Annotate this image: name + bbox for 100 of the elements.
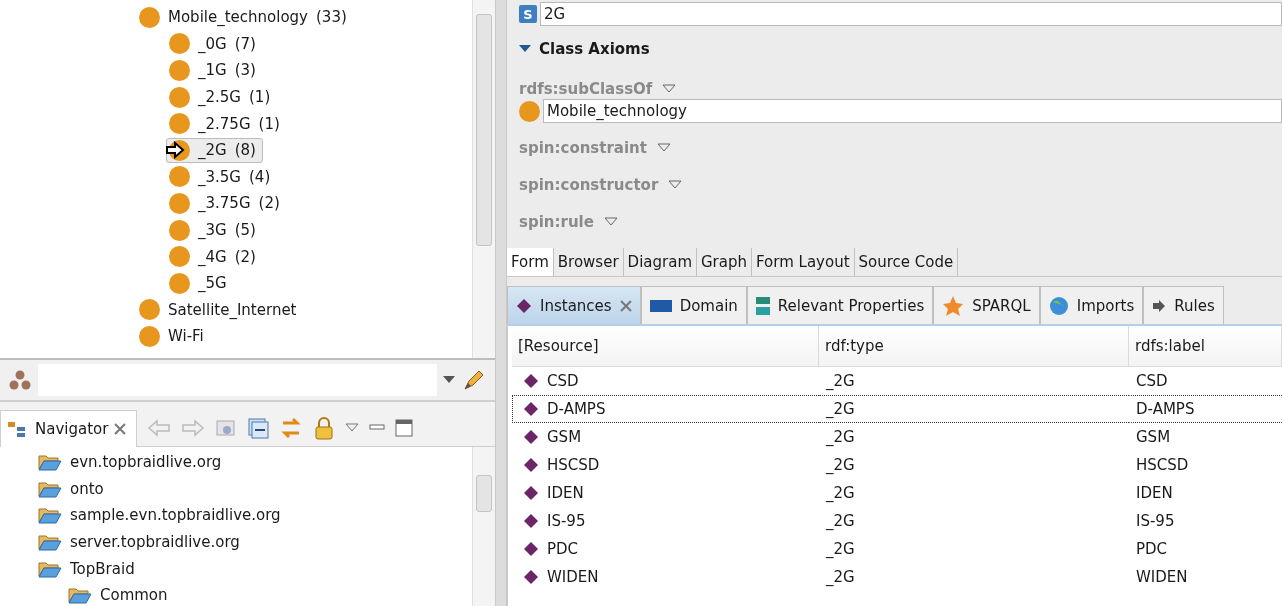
folder-item[interactable]: TopBraid	[0, 555, 472, 582]
editor-tab[interactable]: Form	[507, 248, 554, 276]
folder-item[interactable]: server.topbraidlive.org	[0, 528, 472, 556]
folder-icon	[38, 506, 62, 525]
scrollbar[interactable]	[472, 447, 495, 606]
table-cell: WIDEN	[512, 563, 819, 591]
instance-count: (8)	[234, 141, 256, 160]
close-icon[interactable]	[619, 299, 632, 312]
table-cell: D-AMPS	[1129, 395, 1282, 423]
class-name: _1G	[198, 61, 227, 80]
folder-item[interactable]: onto	[0, 475, 472, 503]
view-tab[interactable]: Relevant Properties	[746, 286, 934, 324]
diamond-icon	[523, 569, 539, 585]
class-name: _2.5G	[198, 88, 241, 107]
table-cell: HSCSD	[512, 451, 819, 479]
diamond-icon	[523, 401, 539, 417]
instance-count: (3)	[234, 61, 256, 80]
folder-icon	[38, 533, 62, 552]
class-name: _2G	[198, 141, 227, 160]
minimize-icon[interactable]	[369, 424, 386, 432]
diamond-icon	[523, 513, 539, 529]
instance-count: (4)	[249, 167, 271, 186]
folder-item[interactable]: Common	[0, 581, 472, 606]
folder-item[interactable]: sample.evn.topbraidlive.org	[0, 502, 472, 529]
class-icon	[169, 219, 190, 241]
class-icon	[169, 272, 190, 294]
class-icon	[139, 325, 160, 347]
tab-label: Navigator	[35, 419, 109, 438]
collapse-icon[interactable]	[247, 417, 270, 439]
view-tab[interactable]: SPARQL	[933, 286, 1040, 324]
property-name: rdfs:subClassOf	[519, 79, 653, 98]
maximize-icon[interactable]	[395, 419, 414, 437]
lock-icon[interactable]	[313, 416, 336, 440]
table-cell: IDEN	[512, 479, 819, 507]
tree-item[interactable]: _3.5G (4)	[166, 164, 278, 190]
instance-count: (2)	[234, 247, 256, 266]
arrow-icon	[165, 140, 185, 159]
diamond-icon	[523, 541, 539, 557]
view-menu-icon[interactable]	[345, 423, 360, 433]
table-cell: IS-95	[512, 507, 819, 535]
column-header[interactable]: [Resource]	[512, 326, 819, 367]
dropdown-icon[interactable]	[668, 180, 683, 189]
class-name: _3.75G	[198, 194, 251, 213]
instance-count: (1)	[249, 88, 271, 107]
class-icon	[139, 299, 160, 321]
arrow-icon	[1152, 299, 1167, 312]
tree-item[interactable]: _2.5G (1)	[166, 84, 278, 110]
view-tab[interactable]: Instances	[507, 286, 641, 324]
view-tab[interactable]: Rules	[1143, 286, 1224, 324]
type-badge: S	[519, 5, 537, 23]
tree-item[interactable]: _2G (8)	[166, 137, 263, 163]
class-icon	[169, 192, 190, 214]
table-cell: D-AMPS	[512, 395, 819, 423]
expand-icon[interactable]	[519, 45, 531, 53]
property-name: spin:constructor	[519, 175, 659, 194]
up-folder-icon[interactable]	[215, 418, 238, 438]
globe-icon	[1048, 295, 1069, 316]
dropdown-icon[interactable]	[662, 84, 677, 93]
class-icon	[169, 60, 190, 81]
instance-count: (1)	[258, 114, 280, 133]
tree-item[interactable]: _3G (5)	[166, 217, 263, 243]
table-cell-text: PDC	[1135, 539, 1169, 560]
dropdown-icon[interactable]	[656, 143, 671, 152]
table-cell-text: CSD	[1135, 371, 1169, 392]
star-icon	[942, 294, 965, 317]
diamond-icon	[523, 373, 539, 389]
value-field[interactable]: Mobile_technology	[543, 99, 1282, 123]
bars-icon	[755, 296, 770, 315]
tree-item[interactable]: _2.75G (1)	[166, 111, 287, 137]
label-field[interactable]: 2G	[540, 2, 1282, 26]
tree-item[interactable]: _0G (7)	[166, 31, 263, 57]
dropdown-icon[interactable]	[443, 376, 455, 384]
diamond-icon	[516, 297, 532, 314]
close-icon[interactable]	[114, 422, 127, 435]
table-cell-text: _2G	[825, 511, 856, 532]
column-header[interactable]: rdf:type	[819, 326, 1129, 367]
column-header[interactable]: rdfs:label	[1129, 326, 1282, 367]
tree-item[interactable]: Mobile_technology (33)	[136, 4, 354, 30]
tree-item[interactable]: _5G	[166, 270, 234, 296]
folder-icon	[38, 559, 62, 578]
tree-item[interactable]: _1G (3)	[166, 58, 263, 83]
property-name: spin:constraint	[519, 138, 647, 157]
navigator-tab[interactable]: Navigator	[0, 409, 138, 447]
dropdown-icon[interactable]	[603, 217, 618, 226]
link-icon[interactable]	[279, 416, 304, 440]
instance-count: (7)	[234, 34, 256, 53]
class-icon	[169, 246, 190, 268]
tree-item[interactable]: _3.75G (2)	[166, 190, 287, 216]
tree-item[interactable]: Wi-Fi	[136, 323, 211, 349]
tree-item[interactable]: _4G (2)	[166, 244, 263, 270]
tree-item[interactable]: Satellite_Internet	[136, 297, 304, 323]
class-icon	[139, 6, 160, 28]
view-tab[interactable]: Imports	[1039, 286, 1144, 324]
scrollbar[interactable]	[472, 0, 495, 358]
folder-item[interactable]: evn.topbraidlive.org	[0, 449, 472, 476]
table-cell: PDC	[512, 535, 819, 563]
table-cell-text: _2G	[825, 455, 856, 476]
view-tab[interactable]: Domain	[640, 286, 747, 324]
instance-count: (33)	[316, 8, 347, 27]
rectangle-icon	[649, 299, 672, 312]
